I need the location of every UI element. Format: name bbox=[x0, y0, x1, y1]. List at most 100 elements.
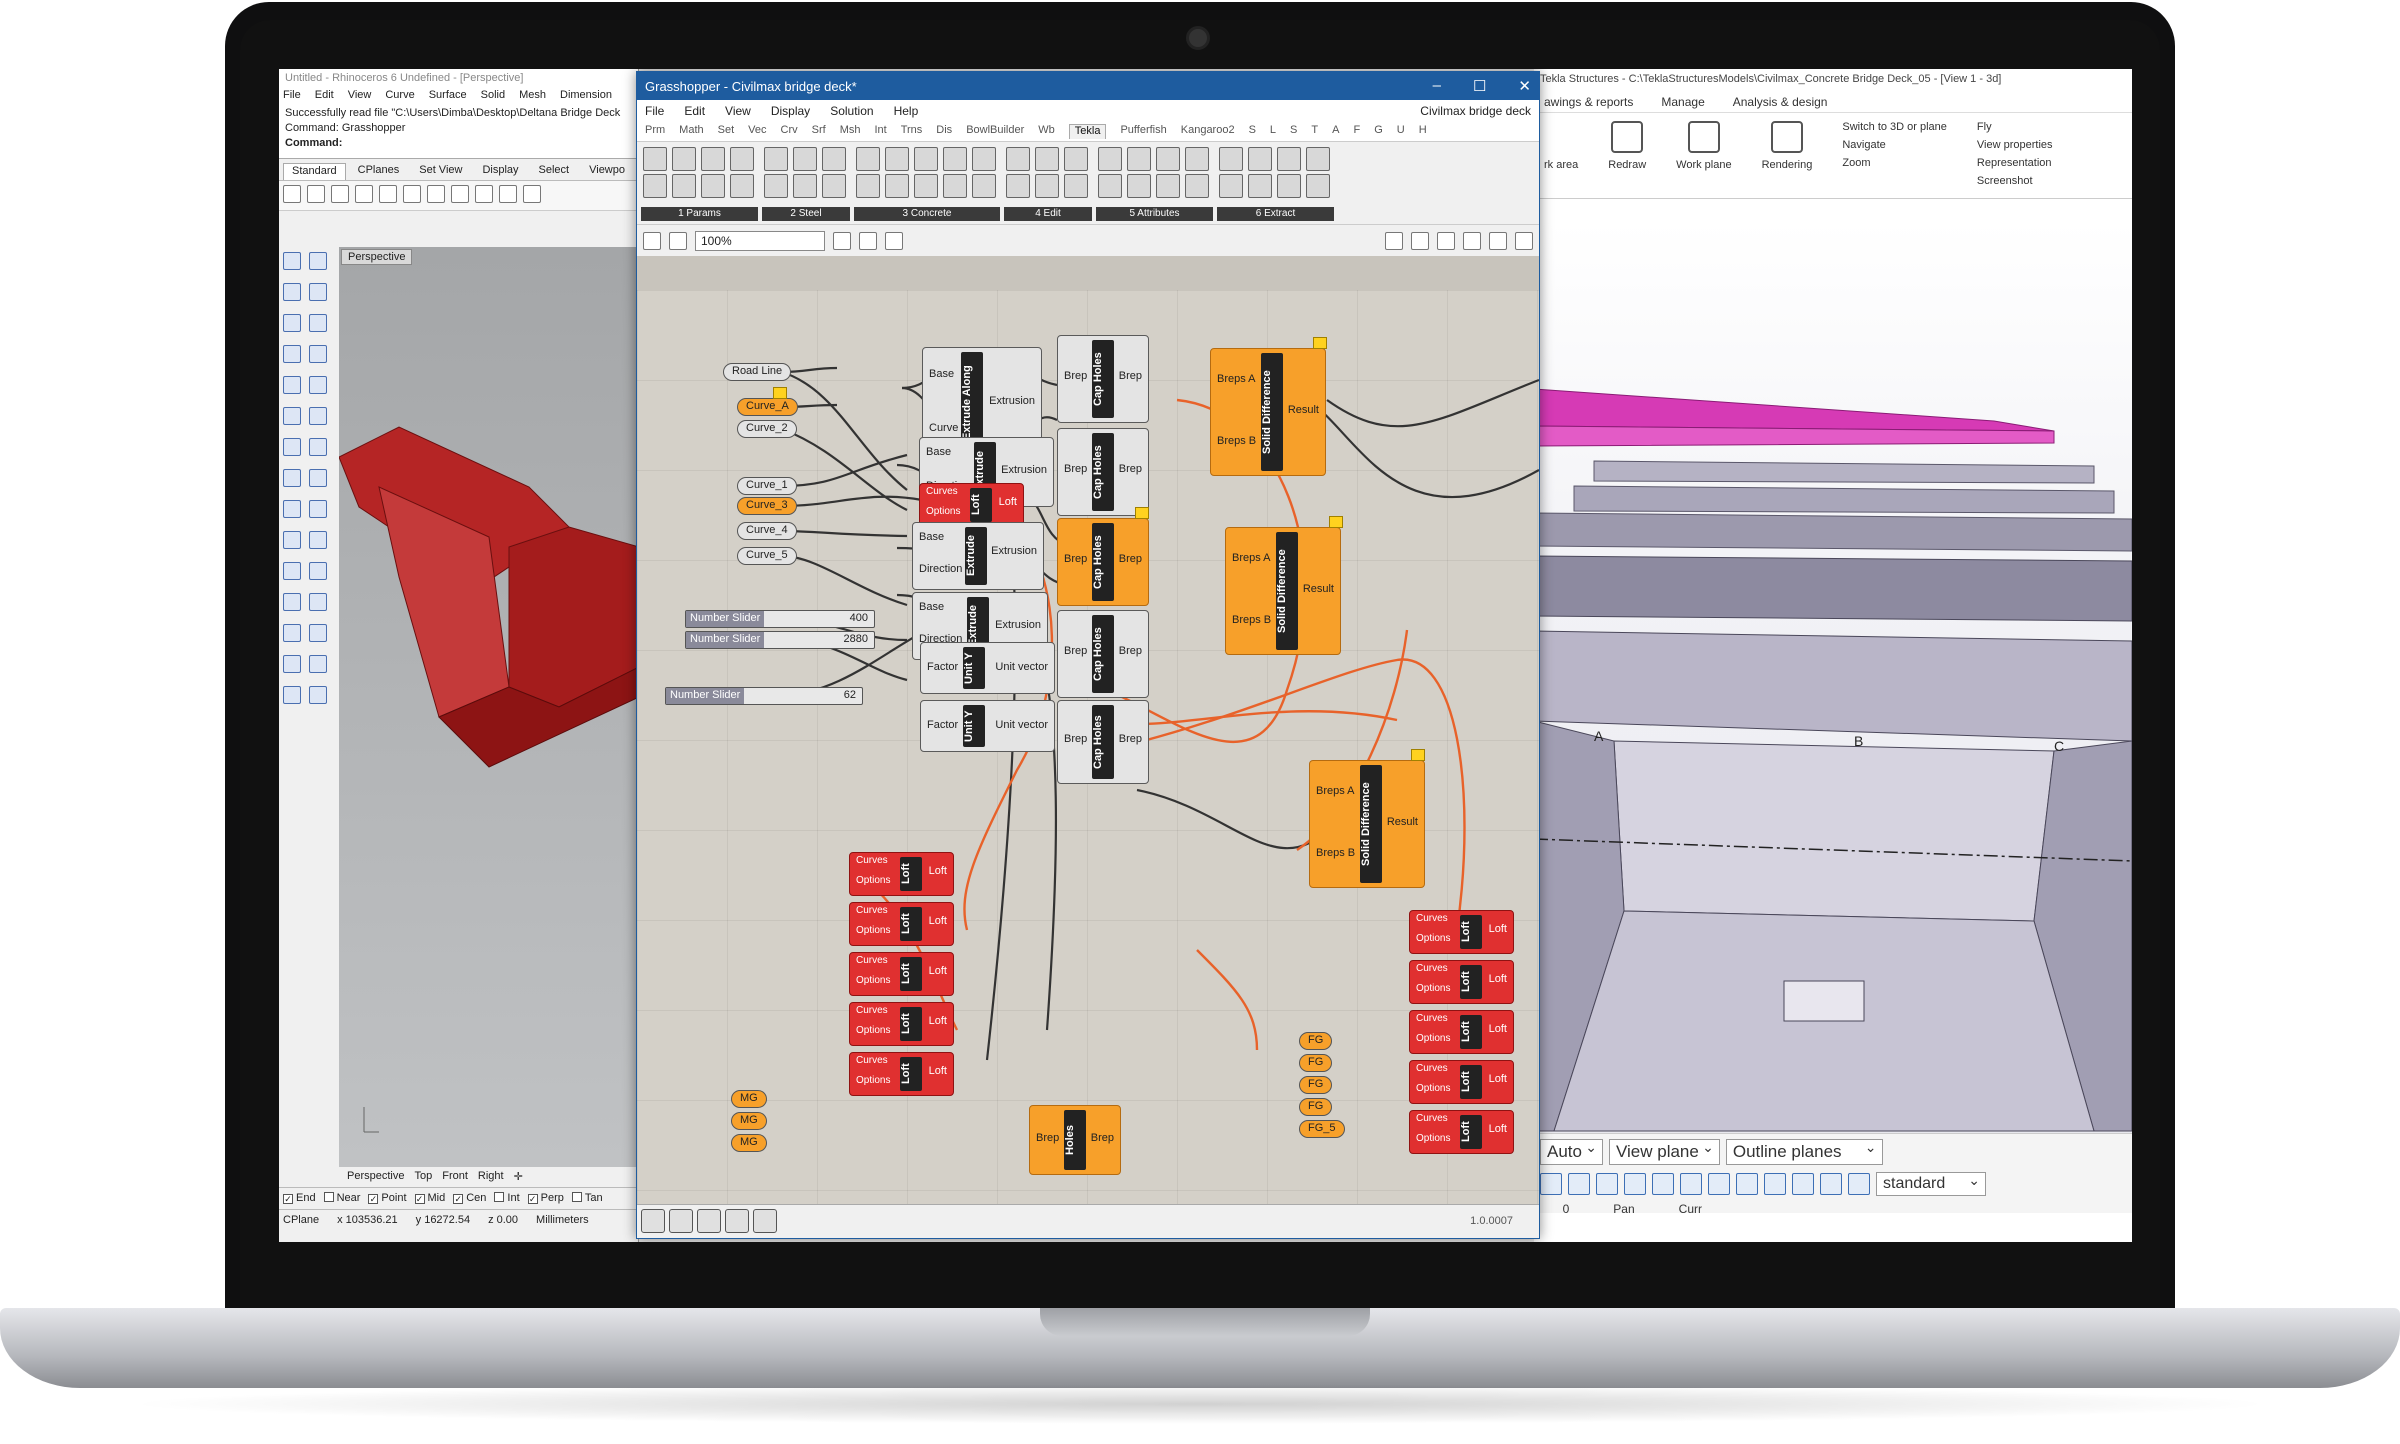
param-fg[interactable]: FG bbox=[1299, 1032, 1333, 1050]
steel-icon[interactable] bbox=[764, 147, 788, 171]
gh-tab[interactable]: S bbox=[1290, 124, 1297, 139]
osnap-cen[interactable]: ✓ Cen bbox=[453, 1192, 486, 1205]
analyze-icon[interactable] bbox=[309, 655, 327, 673]
pin-brep[interactable]: Brep bbox=[1064, 645, 1087, 657]
edit-icon[interactable] bbox=[1006, 147, 1030, 171]
extract-icon[interactable] bbox=[1277, 174, 1301, 198]
param-icon[interactable] bbox=[672, 147, 696, 171]
pin-breps-b[interactable]: Breps B bbox=[1217, 435, 1256, 447]
selected-preview-icon[interactable] bbox=[1463, 232, 1481, 250]
param-icon[interactable] bbox=[643, 147, 667, 171]
number-slider-400[interactable]: Number Slider 400 bbox=[685, 610, 875, 628]
loft-node[interactable]: Curves Options Loft Loft bbox=[849, 852, 954, 896]
solid-difference-node[interactable]: Breps A Breps B Solid Difference Result bbox=[1309, 760, 1425, 888]
gh-canvas[interactable]: Road Line Curve_A Curve_2 Curve_1 Curve_… bbox=[637, 290, 1539, 1204]
pin-options[interactable]: Options bbox=[1416, 933, 1450, 944]
gh-tab[interactable]: Int bbox=[874, 124, 886, 139]
rhino-perspective-viewport[interactable]: Perspective bbox=[339, 247, 639, 1167]
vp-tab-right[interactable]: Right bbox=[478, 1170, 504, 1184]
pin-breps-a[interactable]: Breps A bbox=[1232, 552, 1271, 564]
tab-standard[interactable]: Standard bbox=[283, 163, 346, 180]
panel-label[interactable]: 4 Edit bbox=[1004, 207, 1092, 221]
panel-label[interactable]: 5 Attributes bbox=[1096, 207, 1213, 221]
osnap-mid[interactable]: ✓ Mid bbox=[414, 1192, 445, 1205]
check-icon[interactable] bbox=[283, 686, 301, 704]
panel-label[interactable]: 3 Concrete bbox=[854, 207, 1000, 221]
attribute-icon[interactable] bbox=[1156, 174, 1180, 198]
gh-tab[interactable]: T bbox=[1311, 124, 1318, 139]
gh-tab[interactable]: Vec bbox=[748, 124, 766, 139]
gh-doc-name[interactable]: Civilmax bridge deck bbox=[1420, 104, 1531, 118]
loft-node[interactable]: Curves Options Loft Loft bbox=[919, 483, 1024, 527]
move-icon[interactable] bbox=[283, 531, 301, 549]
gh-tab[interactable]: U bbox=[1397, 124, 1405, 139]
tab-drawings-reports[interactable]: awings & reports bbox=[1544, 95, 1633, 109]
print-icon[interactable] bbox=[355, 185, 373, 203]
fillet-icon[interactable] bbox=[309, 469, 327, 487]
attribute-icon[interactable] bbox=[1127, 174, 1151, 198]
fly-button[interactable]: Fly bbox=[1977, 121, 2053, 133]
osnap-tan[interactable]: Tan bbox=[571, 1192, 603, 1205]
switch-3d-button[interactable]: Switch to 3D or plane bbox=[1842, 121, 1947, 133]
checkbox-cen[interactable]: ✓ bbox=[453, 1194, 464, 1204]
copy-icon[interactable] bbox=[403, 185, 421, 203]
pin-brep[interactable]: Brep bbox=[1119, 370, 1142, 382]
loft-node[interactable]: Curves Options Loft Loft bbox=[849, 902, 954, 946]
snap-geometry-icon[interactable] bbox=[1820, 1173, 1842, 1195]
panel-label[interactable]: 1 Params bbox=[641, 207, 758, 221]
param-icon[interactable] bbox=[701, 174, 725, 198]
steel-icon[interactable] bbox=[822, 174, 846, 198]
zoom-extents-icon[interactable] bbox=[833, 232, 851, 250]
param-road-line[interactable]: Road Line bbox=[723, 363, 792, 381]
pin-loft[interactable]: Loft bbox=[1489, 973, 1507, 985]
text-icon[interactable] bbox=[283, 562, 301, 580]
tab-manage[interactable]: Manage bbox=[1661, 95, 1704, 109]
pin-curves[interactable]: Curves bbox=[856, 1055, 888, 1066]
edit-icon[interactable] bbox=[1064, 147, 1088, 171]
param-curve-2[interactable]: Curve_2 bbox=[737, 420, 797, 438]
param-curve-4[interactable]: Curve_4 bbox=[737, 522, 797, 540]
split-icon[interactable] bbox=[309, 500, 327, 518]
vp-tab-front[interactable]: Front bbox=[442, 1170, 468, 1184]
pin-extrusion[interactable]: Extrusion bbox=[995, 619, 1041, 631]
snap-intersection-icon[interactable] bbox=[1624, 1173, 1646, 1195]
param-icon[interactable] bbox=[730, 147, 754, 171]
loft-node[interactable]: Curves Options Loft Loft bbox=[1409, 1010, 1514, 1054]
gh-tab[interactable]: Dis bbox=[936, 124, 952, 139]
loft-node[interactable]: Curves Options Loft Loft bbox=[1409, 910, 1514, 954]
loft-node[interactable]: Curves Options Loft Loft bbox=[1409, 1110, 1514, 1154]
sphere-icon[interactable] bbox=[1515, 232, 1533, 250]
param-curve-1[interactable]: Curve_1 bbox=[737, 477, 797, 495]
menu-file[interactable]: File bbox=[283, 89, 301, 103]
checkbox-end[interactable]: ✓ bbox=[283, 1194, 293, 1204]
pin-curves[interactable]: Curves bbox=[1416, 1013, 1448, 1024]
new-file-icon[interactable] bbox=[283, 185, 301, 203]
pin-curves[interactable]: Curves bbox=[856, 1005, 888, 1016]
arc-icon[interactable] bbox=[283, 345, 301, 363]
param-icon[interactable] bbox=[730, 174, 754, 198]
menu-view[interactable]: View bbox=[348, 89, 372, 103]
pin-unit-vector[interactable]: Unit vector bbox=[995, 661, 1048, 673]
open-file-icon[interactable] bbox=[307, 185, 325, 203]
gh-tab-tekla[interactable]: Tekla bbox=[1068, 124, 1107, 139]
gh-tab[interactable]: Math bbox=[679, 124, 703, 139]
param-fg[interactable]: FG bbox=[1299, 1054, 1333, 1072]
loft-icon[interactable] bbox=[309, 376, 327, 394]
pin-curve[interactable]: Curve bbox=[929, 422, 958, 434]
loft-node[interactable]: Curves Options Loft Loft bbox=[849, 952, 954, 996]
extract-icon[interactable] bbox=[1219, 147, 1243, 171]
checkbox-perp[interactable]: ✓ bbox=[527, 1194, 538, 1204]
pin-unit-vector[interactable]: Unit vector bbox=[995, 719, 1048, 731]
pin-brep[interactable]: Brep bbox=[1119, 463, 1142, 475]
menu-dimension[interactable]: Dimension bbox=[560, 89, 612, 103]
snap-grid-icon[interactable] bbox=[1764, 1173, 1786, 1195]
pin-brep[interactable]: Brep bbox=[1119, 553, 1142, 565]
pin-curves[interactable]: Curves bbox=[1416, 913, 1448, 924]
pin-loft[interactable]: Loft bbox=[1489, 1123, 1507, 1135]
loft-node[interactable]: Curves Options Loft Loft bbox=[1409, 1060, 1514, 1104]
panel-label[interactable]: 2 Steel bbox=[762, 207, 850, 221]
osnap-point[interactable]: ✓ Point bbox=[368, 1192, 407, 1205]
add-viewport-icon[interactable]: ✛ bbox=[514, 1170, 523, 1184]
cap-holes-node[interactable]: Brep Cap Holes Brep bbox=[1057, 428, 1149, 516]
pin-brep[interactable]: Brep bbox=[1064, 553, 1087, 565]
